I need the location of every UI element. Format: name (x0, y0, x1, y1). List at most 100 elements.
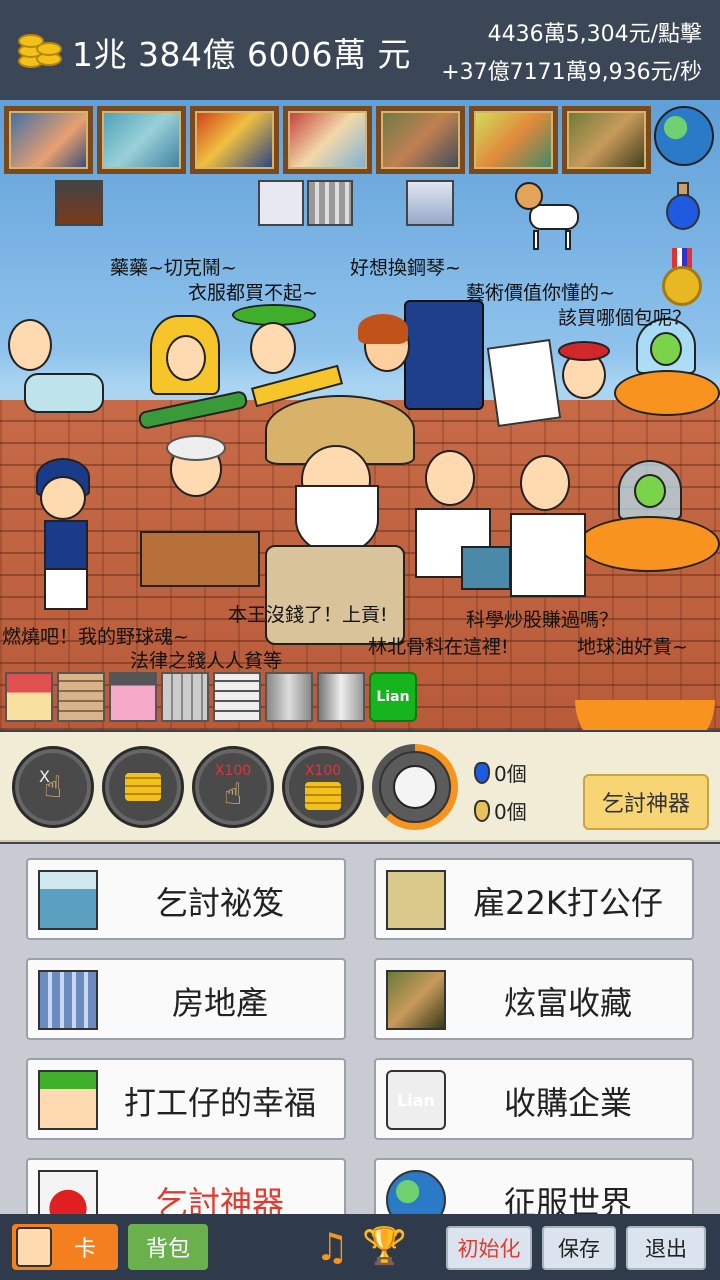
hat-man-icon (38, 1070, 98, 1130)
coins-icon (125, 773, 161, 801)
menu-label: 炫富收藏 (503, 984, 632, 1022)
auto-coin-button[interactable] (102, 746, 184, 828)
reset-button[interactable]: 初始化 (446, 1226, 532, 1270)
lian-icon: Lian (386, 1070, 446, 1130)
doctor (405, 450, 515, 600)
painting-dreamer-icon (283, 106, 372, 174)
menu-label: 雇22K打公仔 (473, 884, 663, 922)
x100-label: X100 (304, 763, 342, 779)
menu-beg-guide[interactable]: 乞討祕笈 (26, 858, 346, 940)
card-label: 卡 (74, 1237, 97, 1262)
avatar (16, 1227, 52, 1267)
beg-tool-button[interactable]: 乞討神器 (583, 774, 709, 830)
skyscraper-icon[interactable] (265, 672, 313, 722)
speech-clothes: 衣服都買不起~ (188, 282, 318, 304)
menu-acquire-company[interactable]: Lian 收購企業 (374, 1058, 694, 1140)
menu-label: 收購企業 (503, 1084, 632, 1122)
bucket-icon (38, 870, 98, 930)
speech-earth: 地球油好貴~ (577, 636, 688, 658)
relaxing-man (0, 315, 120, 445)
baseball-player (30, 440, 120, 610)
owned-business-row: Lian (5, 672, 417, 722)
total-money: 1兆 384億 6006萬 元 (72, 35, 411, 74)
music-icon[interactable]: ♫ (312, 1224, 352, 1270)
money-per-second: +37億7171萬9,936元/秒 (441, 60, 702, 85)
beggar-avatar-button[interactable] (372, 744, 458, 830)
medal-icon[interactable] (662, 248, 702, 308)
exit-button[interactable]: 退出 (626, 1226, 706, 1270)
click-multiplier-button[interactable]: X ☝ (12, 746, 94, 828)
card-button[interactable]: 卡 (12, 1224, 118, 1270)
hotel-icon[interactable] (213, 672, 261, 722)
backpack-button[interactable]: 背包 (128, 1224, 208, 1270)
beggar-avatar-icon (379, 751, 451, 823)
ufo-alien-1 (614, 318, 720, 428)
click-x100-button[interactable]: X100 ☝ (192, 746, 274, 828)
gold-potion-stock: 0個 (474, 796, 527, 825)
boost-controls: X ☝ X100 ☝ X100 0個 0個 乞討神器 (0, 732, 720, 842)
painting-mona-lisa-icon (562, 106, 651, 174)
bottom-bar: 卡 背包 ♫ 🏆 初始化 保存 退出 (0, 1214, 720, 1280)
mansion-icon (55, 180, 103, 226)
house-icon[interactable] (5, 672, 53, 722)
speech-bone: 林北骨科在這裡! (368, 636, 509, 658)
speech-law: 法律之錢人人貧等 (130, 650, 283, 672)
lian-company-icon[interactable]: Lian (369, 672, 417, 722)
globe-icon (386, 1170, 446, 1214)
status-bar: 1兆 384億 6006萬 元 4436萬5,304元/點擊 +37億7171萬… (0, 0, 720, 100)
mona-lisa-icon (386, 970, 446, 1030)
worker-icon (386, 870, 446, 930)
building-icon (38, 970, 98, 1030)
blue-potion-count: 0個 (494, 762, 527, 786)
speech-piano: 好想換鋼琴~ (350, 257, 461, 279)
gold-potion-count: 0個 (494, 800, 527, 824)
orange-tab[interactable] (575, 700, 715, 730)
menu-real-estate[interactable]: 房地產 (26, 958, 346, 1040)
speech-king: 本王沒錢了！上貢! (228, 604, 388, 626)
beagle-dog-icon (515, 182, 585, 254)
coins-icon (305, 782, 341, 810)
speech-baseball: 燃燒吧！我的野球魂~ (2, 626, 189, 648)
x100-label: X100 (214, 763, 252, 779)
tower-icon[interactable] (317, 672, 365, 722)
cafe-icon[interactable] (109, 672, 157, 722)
blue-bottle-icon (474, 761, 490, 784)
menu-label: 乞討祕笈 (155, 884, 284, 922)
painting-card-players-icon (376, 106, 465, 174)
click-multiplier-label: X (39, 767, 50, 786)
potion-icon (38, 1170, 98, 1214)
menu-hire-worker[interactable]: 雇22K打公仔 (374, 858, 694, 940)
painting-tahiti-icon (469, 106, 558, 174)
painting-portrait-icon (4, 106, 93, 174)
coin-stack-icon (14, 22, 66, 74)
menu-collection[interactable]: 炫富收藏 (374, 958, 694, 1040)
menu-worker-happiness[interactable]: 打工仔的幸福 (26, 1058, 346, 1140)
globe-icon[interactable] (654, 106, 714, 166)
main-menu: 乞討祕笈 雇22K打公仔 房地產 炫富收藏 打工仔的幸福 Lian 收購企業 乞… (0, 844, 720, 1214)
office-block-icon[interactable] (161, 672, 209, 722)
apartment-icon[interactable] (57, 672, 105, 722)
coin-x100-button[interactable]: X100 (282, 746, 364, 828)
trophy-icon[interactable]: 🏆 (362, 1224, 407, 1270)
painting-scream-icon (190, 106, 279, 174)
money-per-click: 4436萬5,304元/點擊 (487, 22, 702, 47)
menu-conquer-world[interactable]: 征服世界 (374, 1158, 694, 1214)
speech-art: 藝術價值你懂的~ (466, 282, 615, 304)
painting-woman-icon (97, 106, 186, 174)
menu-label: 乞討神器 (155, 1184, 284, 1214)
game-scene[interactable]: 藥藥~切克鬧~ 衣服都買不起~ 好想換鋼琴~ 藝術價值你懂的~ 該買哪個包呢？ … (0, 100, 720, 730)
opera-house-icon (258, 180, 304, 226)
blue-potion-icon[interactable] (664, 182, 702, 232)
scientist (500, 455, 600, 605)
speech-science: 科學炒股賺過嗎？ (466, 609, 619, 631)
menu-label: 征服世界 (503, 1184, 632, 1214)
save-button[interactable]: 保存 (542, 1226, 616, 1270)
tower-block-icon (307, 180, 353, 226)
menu-label: 打工仔的幸福 (123, 1084, 316, 1122)
pointing-hand-icon: ☝ (223, 776, 243, 812)
menu-beg-tool[interactable]: 乞討神器 (26, 1158, 346, 1214)
blue-potion-stock: 0個 (474, 758, 527, 787)
gold-bottle-icon (474, 799, 490, 822)
speech-yaoyao: 藥藥~切克鬧~ (110, 257, 237, 279)
painting-collection (4, 106, 651, 174)
